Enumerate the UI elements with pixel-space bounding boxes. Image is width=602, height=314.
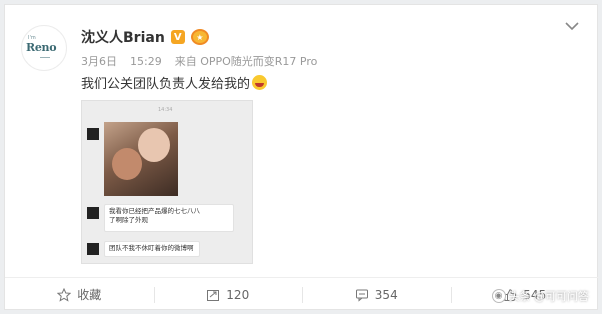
repost-button[interactable]: 120 [153, 278, 303, 311]
chat-bubble: 我看你已经把产品爆的七七八八 了啊除了外观 [104, 204, 234, 232]
post-date[interactable]: 3月6日 [81, 55, 117, 68]
comment-button[interactable]: 354 [302, 278, 451, 311]
repost-count: 120 [226, 287, 250, 302]
chat-timestamp: 14:34 [158, 107, 173, 113]
verified-badge-icon[interactable]: V [170, 30, 185, 44]
weibo-post-card: I'm Reno 沈义人Brian V ★ 3月6日 15:29 来自 OPPO… [4, 4, 599, 311]
chat-avatar [87, 128, 99, 140]
author-row: 沈义人Brian V ★ [81, 28, 209, 46]
photo-adult-face [112, 148, 142, 180]
chevron-down-icon[interactable] [565, 21, 579, 31]
comment-count: 354 [374, 287, 398, 302]
watermark-logo-icon: ◉ [491, 289, 506, 303]
laughing-emoji-icon [252, 75, 268, 90]
star-icon [57, 287, 72, 302]
author-avatar[interactable]: I'm Reno [21, 25, 67, 71]
chat-bubble: 团队不我不休盯着你的微博啊 [104, 241, 200, 257]
post-time[interactable]: 15:29 [130, 55, 162, 68]
watermark-text: 头条 @可可问答 [508, 290, 590, 303]
chat-photo [104, 122, 178, 196]
chat-bubble-line: 我看你已经把产品爆的七七八八 [109, 207, 200, 215]
author-name[interactable]: 沈义人Brian [81, 27, 165, 47]
avatar-underline [40, 57, 50, 58]
chat-avatar [87, 243, 99, 255]
post-image[interactable]: 14:34 我看你已经把产品爆的七七八八 了啊除了外观 团队不我不休盯着你的微博… [81, 100, 253, 264]
post-text-row: 我们公关团队负责人发给我的 [81, 73, 268, 92]
favorite-label: 收藏 [77, 288, 102, 302]
post-meta: 3月6日 15:29 来自 OPPO随光而变R17 Pro [81, 53, 317, 69]
post-source: 来自 OPPO随光而变R17 Pro [174, 55, 318, 68]
photo-child-face [138, 128, 170, 162]
watermark: ◉ 头条 @可可问答 [491, 288, 590, 304]
comment-icon [355, 289, 368, 302]
chat-bubble-line: 了啊除了外观 [109, 216, 148, 224]
chat-avatar [87, 207, 99, 219]
favorite-button[interactable]: 收藏 [5, 278, 154, 311]
post-text: 我们公关团队负责人发给我的 [81, 77, 251, 92]
avatar-logo-text: Reno [26, 41, 57, 54]
medal-icon[interactable]: ★ [190, 29, 209, 45]
repost-icon [207, 289, 220, 301]
chat-bubble-line: 团队不我不休盯着你的微博啊 [109, 244, 194, 252]
